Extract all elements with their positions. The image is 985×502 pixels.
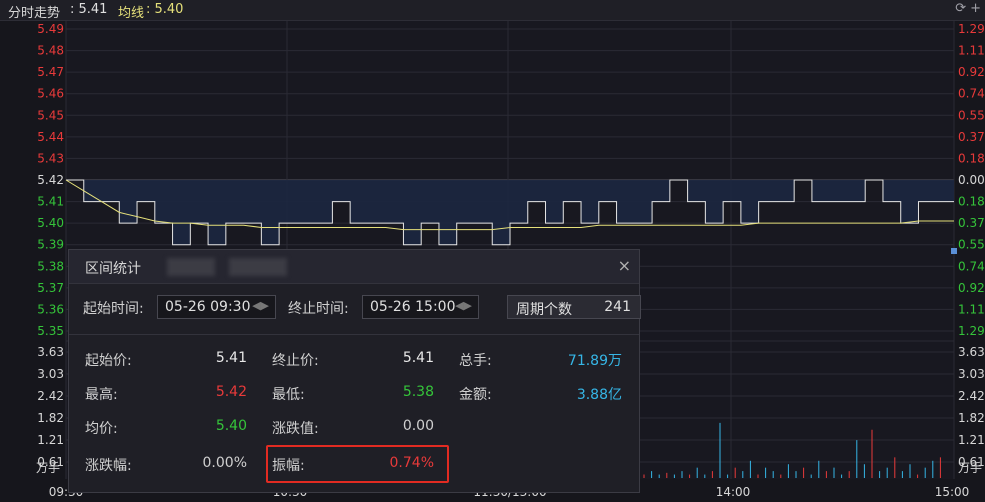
- spinner-icon[interactable]: ◀▶: [252, 299, 269, 312]
- range-stats-dialog: 区间统计 × 起始时间: 05-26 09:30 ◀▶ 终止时间: 05-26 …: [68, 249, 641, 493]
- redacted-block: [229, 258, 287, 276]
- time-tick: 15:00: [935, 485, 970, 499]
- price-tick: 5.42: [37, 173, 64, 187]
- end-price-value: 5.41: [402, 350, 434, 366]
- change-pct-label: 涨跌幅:: [85, 458, 132, 474]
- price-tick: 5.40: [37, 216, 64, 230]
- total-hands-value: 71.89万: [567, 353, 622, 369]
- time-tick: 14:00: [716, 485, 751, 499]
- plus-icon[interactable]: +: [970, 1, 981, 16]
- start-price-label: 起始价:: [85, 353, 132, 369]
- range-row: 起始时间: 05-26 09:30 ◀▶ 终止时间: 05-26 15:00 ◀…: [83, 295, 641, 321]
- volume-tick: 3.63: [37, 345, 64, 359]
- price-tick: 5.37: [37, 281, 64, 295]
- percent-tick: 0.92%: [958, 65, 985, 79]
- avg-value: : 5.40: [146, 2, 184, 17]
- percent-tick: 0.18%: [958, 195, 985, 209]
- left-price-axis: 5.49 5.48 5.47 5.46 5.45 5.44 5.43 5.42 5.41 5.40…: [37, 22, 64, 338]
- percent-tick: 0.55%: [958, 238, 985, 252]
- percent-tick: 1.11%: [958, 302, 985, 316]
- refresh-icon[interactable]: ⟳: [955, 1, 966, 16]
- end-time-label: 终止时间:: [288, 301, 349, 317]
- divider: [69, 334, 639, 335]
- volume-tick: 1.21: [37, 433, 64, 447]
- price-tick: 5.47: [37, 65, 64, 79]
- price-tick: 5.44: [37, 130, 64, 144]
- avg-price-label: 均价:: [85, 421, 118, 437]
- percent-tick: 0.92%: [958, 281, 985, 295]
- change-label: 涨跌值:: [272, 421, 319, 437]
- drag-handle[interactable]: [951, 248, 957, 254]
- percent-tick: 1.11%: [958, 44, 985, 58]
- price-tick: 5.39: [37, 238, 64, 252]
- change-pct-value: 0.00%: [202, 455, 247, 471]
- start-price-value: 5.41: [215, 350, 247, 366]
- dialog-title: 区间统计: [85, 261, 141, 277]
- volume-tick: 1.82: [958, 411, 985, 425]
- price-tick: 5.35: [37, 324, 64, 338]
- price-tick: 5.48: [37, 44, 64, 58]
- amount-value: 3.88亿: [576, 387, 622, 403]
- volume-tick: 2.42: [958, 389, 985, 403]
- high-value: 5.42: [215, 384, 247, 400]
- period-count-box: 周期个数 241: [507, 295, 641, 319]
- price-tick: 5.46: [37, 87, 64, 101]
- low-label: 最低:: [272, 387, 305, 403]
- percent-tick: 0.18%: [958, 151, 985, 165]
- period-label: 周期个数: [516, 302, 572, 318]
- price-value: : 5.41: [70, 2, 108, 17]
- percent-tick: 0.74%: [958, 87, 985, 101]
- volume-tick: 1.21: [958, 433, 985, 447]
- volume-unit: 万手: [36, 461, 60, 475]
- volume-tick: 3.63: [958, 345, 985, 359]
- volume-tick: 3.03: [958, 367, 985, 381]
- volume-tick: 2.42: [37, 389, 64, 403]
- end-price-label: 终止价:: [272, 353, 319, 369]
- low-value: 5.38: [402, 384, 434, 400]
- price-tick: 5.38: [37, 259, 64, 273]
- percent-tick: 1.29%: [958, 324, 985, 338]
- percent-tick: 0.74%: [958, 259, 985, 273]
- highlight-box: [266, 445, 449, 483]
- total-hands-label: 总手:: [459, 353, 492, 369]
- start-time-field[interactable]: 05-26 09:30 ◀▶: [157, 295, 276, 319]
- avg-price-value: 5.40: [215, 418, 247, 434]
- period-value: 241: [604, 299, 631, 315]
- spinner-icon[interactable]: ◀▶: [455, 299, 472, 312]
- percent-tick: 0.37%: [958, 216, 985, 230]
- chart-label: 分时走势: [8, 6, 61, 21]
- start-time-value: 05-26 09:30: [165, 299, 251, 315]
- chart-header: 分时走势 : 5.41 均线 : 5.40 ⟳ +: [0, 0, 985, 21]
- percent-tick: 0.37%: [958, 130, 985, 144]
- change-value: 0.00: [402, 418, 434, 434]
- price-tick: 5.36: [37, 302, 64, 316]
- percent-tick: 1.29%: [958, 22, 985, 36]
- right-percent-axis: 1.29% 1.11% 0.92% 0.74% 0.55% 0.37% 0.18% 0.00%…: [958, 22, 985, 338]
- price-tick: 5.45: [37, 108, 64, 122]
- percent-tick: 0.00%: [958, 173, 985, 187]
- start-time-label: 起始时间:: [83, 301, 144, 317]
- percent-tick: 0.55%: [958, 108, 985, 122]
- dialog-header: 区间统计 ×: [69, 250, 639, 284]
- price-tick: 5.41: [37, 195, 64, 209]
- high-label: 最高:: [85, 387, 118, 403]
- end-time-value: 05-26 15:00: [370, 299, 456, 315]
- price-tick: 5.43: [37, 151, 64, 165]
- amount-label: 金额:: [459, 387, 492, 403]
- close-icon[interactable]: ×: [618, 256, 631, 275]
- price-tick: 5.49: [37, 22, 64, 36]
- end-time-field[interactable]: 05-26 15:00 ◀▶: [362, 295, 479, 319]
- volume-unit: 万手: [958, 461, 982, 475]
- avg-label: 均线: [118, 6, 145, 21]
- redacted-block: [167, 258, 215, 276]
- volume-tick: 1.82: [37, 411, 64, 425]
- volume-tick: 3.03: [37, 367, 64, 381]
